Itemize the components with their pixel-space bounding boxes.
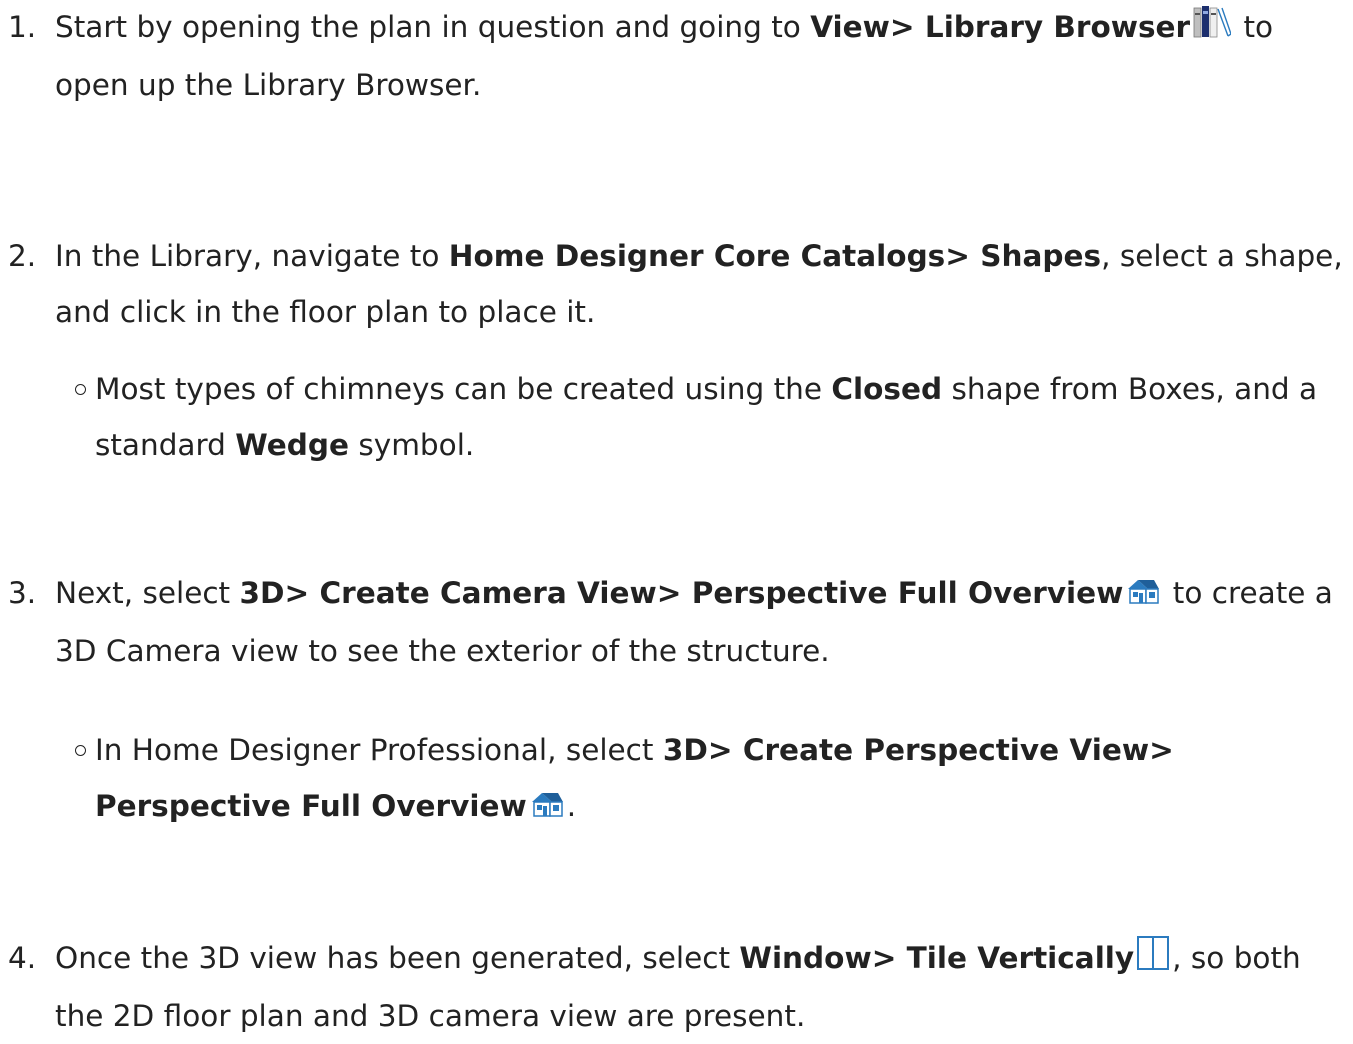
library-browser-icon [1193,1,1232,57]
step-number: 2. [8,239,37,273]
menu-path: Window> Tile Vertically [739,941,1135,975]
step-number: 4. [8,941,37,975]
menu-path: View> Library Browser [810,10,1191,44]
subitem-text: In Home Designer Professional, select 3D… [95,722,1353,836]
instructions: 1. Start by opening the plan in question… [0,0,1353,1033]
step-text: Next, select 3D> Create Camera View> Per… [55,565,1345,679]
bullet-icon [75,384,86,395]
menu-path: 3D> Create Camera View> Perspective Full… [239,576,1124,610]
bullet-icon [75,745,86,756]
step-number: 1. [8,10,37,44]
step-number: 3. [8,576,37,610]
subitem-text: Most types of chimneys can be created us… [95,372,1318,462]
perspective-overview-icon [1126,567,1160,623]
step-2-subitem: Most types of chimneys can be created us… [55,361,1353,473]
step-2: 2. In the Library, navigate to Home Desi… [0,228,1345,340]
step-3-subitem: In Home Designer Professional, select 3D… [55,722,1353,836]
step-4: 4. Once the 3D view has been generated, … [0,930,1345,1044]
step-3: 3. Next, select 3D> Create Camera View> … [0,565,1345,679]
step-1: 1. Start by opening the plan in question… [0,0,1345,113]
perspective-overview-icon [530,780,564,836]
step-text: Once the 3D view has been generated, sel… [55,930,1345,1044]
step-text: Start by opening the plan in question an… [55,0,1345,113]
menu-path: Home Designer Core Catalogs> Shapes [448,239,1102,273]
step-text: In the Library, navigate to Home Designe… [55,239,1343,329]
tile-vertically-icon [1137,932,1170,988]
